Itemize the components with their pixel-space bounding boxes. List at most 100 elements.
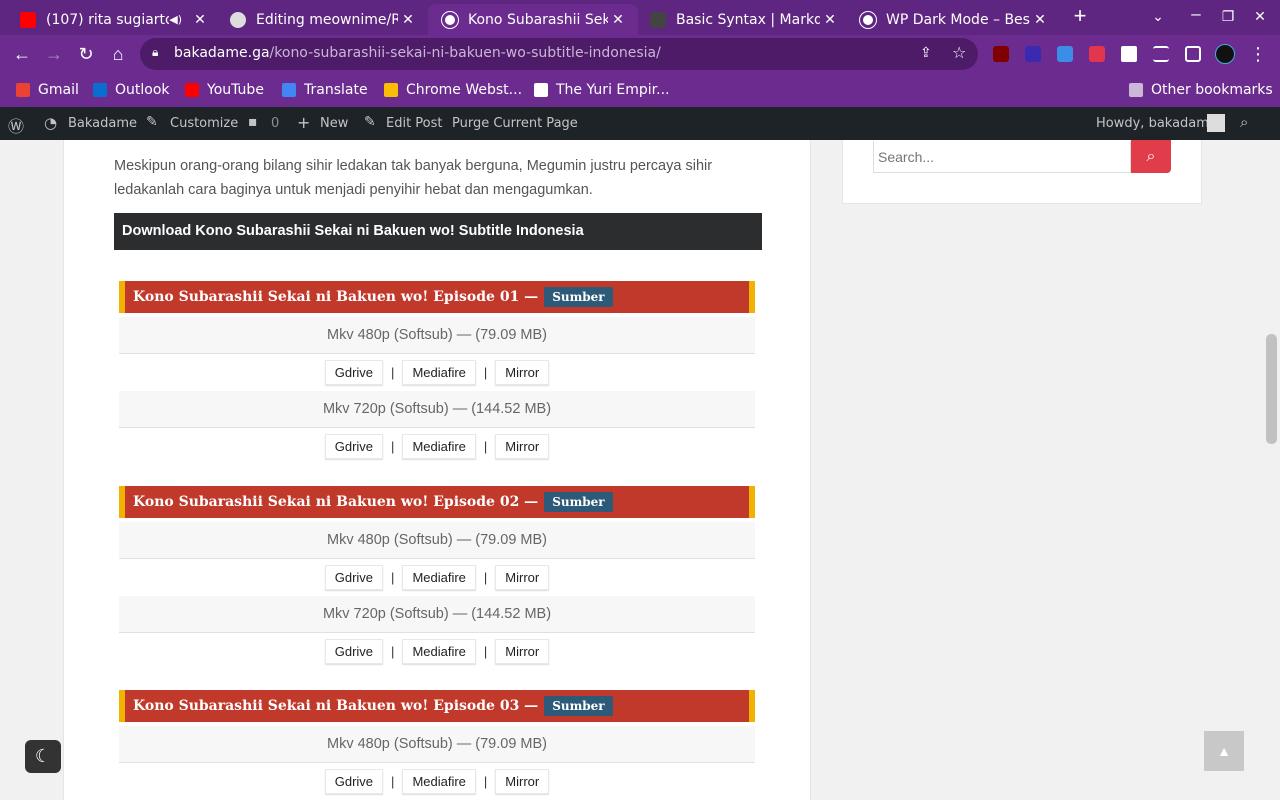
yuri-empire-icon [534,83,548,97]
address-bar[interactable]: 🔒︎ bakadame.ga/kono-subarashii-sekai-ni-… [140,38,978,70]
tab-github[interactable]: Editing meownime/RE ✕ [216,4,428,35]
search-input[interactable] [873,141,1131,173]
link-separator: | [483,570,488,585]
forward-icon[interactable]: → [40,40,68,68]
adminbar-new[interactable]: New [320,116,348,131]
bookmark-gmail[interactable]: Gmail [16,80,79,100]
quality-row: Mkv 480p (Softsub) — (79.09 MB) [119,726,755,763]
mediafire-link[interactable]: Mediafire [402,360,476,385]
adminbar-purge[interactable]: Purge Current Page [452,116,578,131]
bookmark-youtube[interactable]: YouTube [185,80,264,100]
search-icon: ⌕ [1146,148,1156,165]
gdrive-link[interactable]: Gdrive [324,360,384,385]
mediafire-link[interactable]: Mediafire [402,434,476,459]
download-links: Gdrive | Mediafire | Mirror [119,428,755,465]
chevron-up-icon: ▲ [1217,743,1231,759]
dashboard-icon: ◔ [44,114,58,132]
episode-title: Kono Subarashii Sekai ni Bakuen wo! Epis… [133,289,539,305]
mediafire-link[interactable]: Mediafire [402,565,476,590]
adminbar-comments[interactable]: 0 [271,116,279,131]
back-icon[interactable]: ← [8,40,36,68]
link-separator: | [483,774,488,789]
mediafire-link[interactable]: Mediafire [402,639,476,664]
menu-icon[interactable]: ⋮ [1244,40,1272,68]
page-content: Meskipun orang-orang bilang sihir ledaka… [0,140,1280,800]
mirror-link[interactable]: Mirror [495,565,550,590]
url-text: bakadame.ga/kono-subarashii-sekai-ni-bak… [174,45,661,61]
close-icon[interactable]: ✕ [608,12,628,28]
gdrive-link[interactable]: Gdrive [324,639,384,664]
ublock-icon[interactable] [993,46,1009,62]
bookmark-outlook[interactable]: Outlook [93,80,170,100]
youtube-icon [185,83,199,97]
reading-list-icon[interactable] [1153,46,1169,62]
quality-row: Mkv 480p (Softsub) — (79.09 MB) [119,522,755,559]
profile-icon[interactable] [1215,44,1235,64]
back-to-top-button[interactable]: ▲ [1204,731,1244,771]
mirror-link[interactable]: Mirror [495,434,550,459]
gdrive-link[interactable]: Gdrive [324,434,384,459]
adminbar-site[interactable]: Bakadame [68,116,137,131]
home-icon[interactable]: ⌂ [104,40,132,68]
speaker-icon[interactable]: ◀) [169,13,182,26]
tab-markdown[interactable]: Basic Syntax | Markd ✕ [636,4,850,35]
close-icon[interactable]: ✕ [190,12,210,28]
adminbar-howdy[interactable]: Howdy, bakadame [1096,116,1217,131]
episode-block: Kono Subarashii Sekai ni Bakuen wo! Epis… [119,486,755,670]
gdrive-link[interactable]: Gdrive [324,769,384,794]
gdrive-link[interactable]: Gdrive [324,565,384,590]
reload-icon[interactable]: ↻ [72,40,100,68]
translate-extension-icon[interactable] [1089,46,1105,62]
episode-block: Kono Subarashii Sekai ni Bakuen wo! Epis… [119,281,755,465]
tab-youtube[interactable]: (107) rita sugiarto ◀) ✕ [6,4,220,35]
window-close-icon[interactable]: ✕ [1245,8,1275,25]
tab-search-icon[interactable]: ⌄ [1143,8,1173,25]
minimize-icon[interactable]: – [1181,4,1211,24]
star-icon[interactable]: ☆ [952,43,966,63]
mirror-link[interactable]: Mirror [495,639,550,664]
tab-active[interactable]: Kono Subarashii Seka ✕ [428,4,638,35]
side-panel-icon[interactable] [1185,46,1201,62]
scrollbar-thumb[interactable] [1266,334,1277,444]
dark-mode-toggle[interactable]: ☾ [25,740,61,773]
close-icon[interactable]: ✕ [820,12,840,28]
sumber-badge[interactable]: Sumber [544,696,613,716]
search-button[interactable]: ⌕ [1131,140,1171,173]
share-icon[interactable]: ⇪ [920,44,932,61]
sumber-badge[interactable]: Sumber [544,492,613,512]
wordpress-favicon-icon [442,11,458,28]
tab-title: Basic Syntax | Markd [676,11,820,28]
puzzle-icon[interactable] [1121,46,1137,62]
mirror-link[interactable]: Mirror [495,360,550,385]
lock-icon[interactable]: 🔒︎ [152,45,158,60]
plus-icon: + [297,113,311,132]
wordpress-logo-icon[interactable]: Ⓦ [8,113,24,137]
close-icon[interactable]: ✕ [398,12,418,28]
download-links: Gdrive | Mediafire | Mirror [119,354,755,391]
download-links: Gdrive | Mediafire | Mirror [119,559,755,596]
search-icon[interactable]: ⌕ [1240,113,1248,131]
bookmark-translate[interactable]: Translate [282,80,368,100]
webstore-icon [384,83,398,97]
quality-row: Mkv 480p (Softsub) — (79.09 MB) [119,317,755,354]
outlook-icon [93,83,107,97]
mediafire-link[interactable]: Mediafire [402,769,476,794]
new-tab-icon[interactable]: + [1065,3,1095,29]
youtube-favicon-icon [20,11,36,28]
tab-title: (107) rita sugiarto [46,11,170,28]
restore-icon[interactable]: ❐ [1213,8,1243,25]
other-bookmarks[interactable]: Other bookmarks [1129,80,1273,100]
tab-wp-dark-mode[interactable]: WP Dark Mode – Best ✕ [846,4,1060,35]
bookmark-chrome-webstore[interactable]: Chrome Webst... [384,80,522,100]
mirror-link[interactable]: Mirror [495,769,550,794]
tab-title: WP Dark Mode – Best [886,11,1030,28]
bookmark-yuri-empire[interactable]: The Yuri Empir... [534,80,669,100]
adminbar-edit[interactable]: Edit Post [386,116,443,131]
adminbar-customize[interactable]: Customize [170,116,238,131]
extension-icon[interactable] [1057,46,1073,62]
episode-title: Kono Subarashii Sekai ni Bakuen wo! Epis… [133,494,539,510]
sumber-badge[interactable]: Sumber [544,287,613,307]
download-icon[interactable] [1025,46,1041,62]
close-icon[interactable]: ✕ [1030,12,1050,28]
avatar[interactable] [1207,114,1225,132]
